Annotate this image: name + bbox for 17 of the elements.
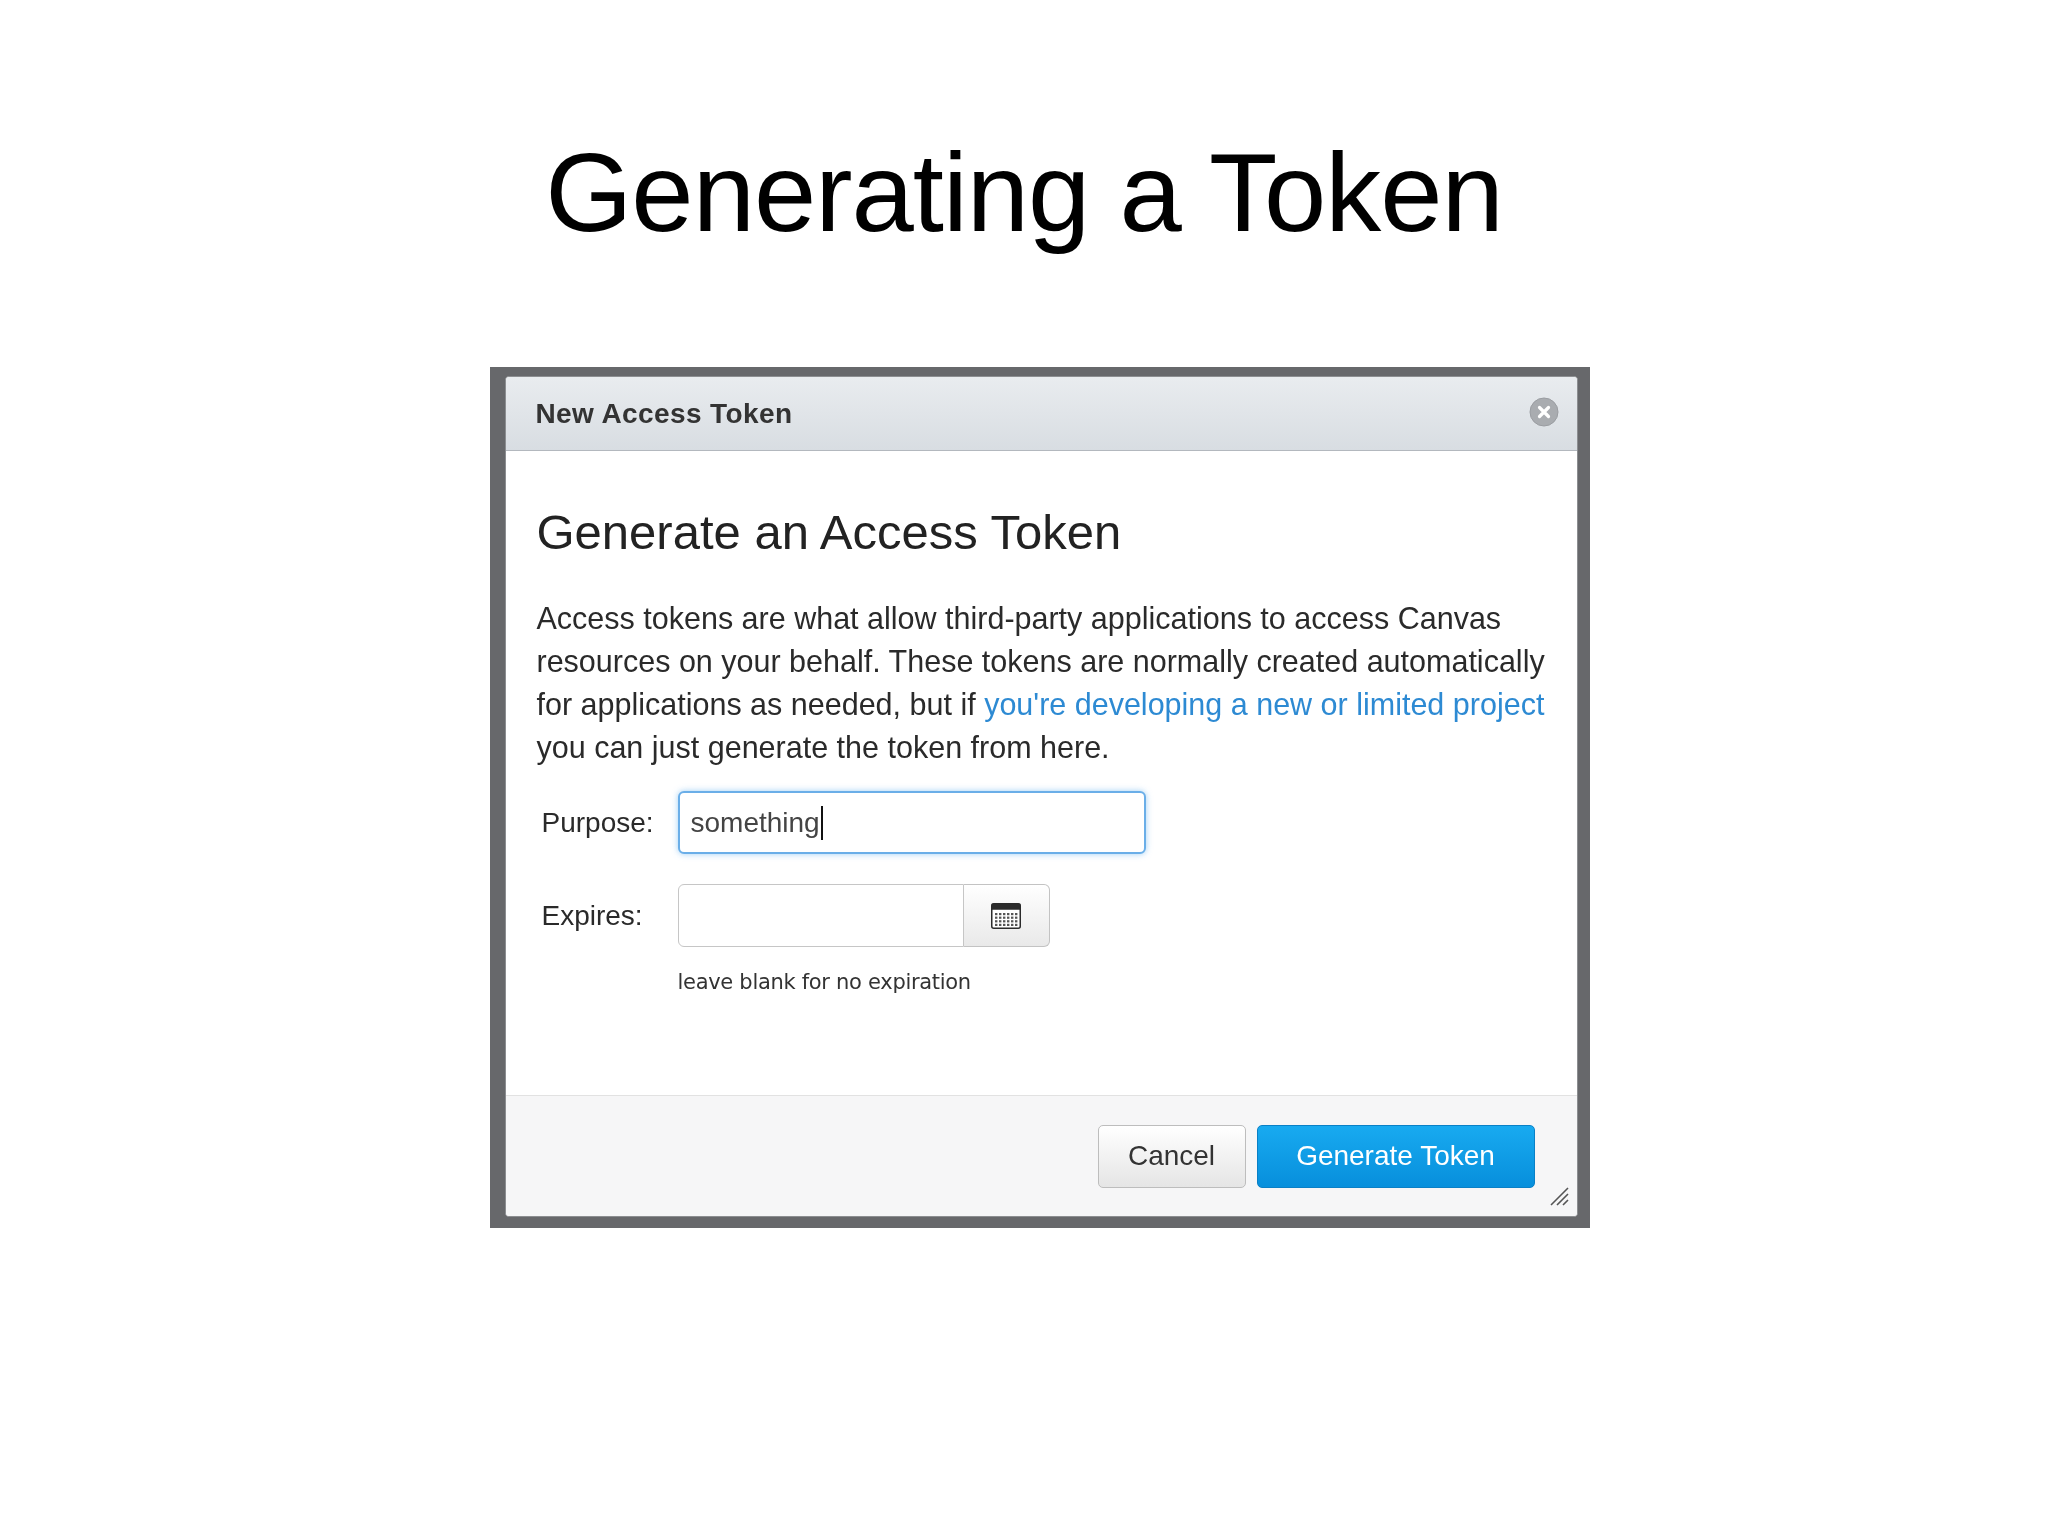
dialog-heading: Generate an Access Token [536,504,1123,562]
slide-title: Generating a Token [545,129,1503,257]
cancel-button[interactable]: Cancel [1097,1124,1246,1188]
field-label: Expires: [541,899,644,934]
resize-grip-icon [1548,1186,1569,1207]
purpose-input[interactable]: something [677,791,1146,855]
dialog-title: New Access Token [535,397,793,430]
text-cursor-icon [820,805,823,840]
field-hint: leave blank for no expiration [677,970,972,995]
description-text: Access tokens are what allow third-party applications to access Canvas resources on your behalf. These tokens are normally created automatically for applications as needed, but if you're developing a new or limited project you can just generate the token from here. [536,600,1546,767]
calendar-icon [991,902,1021,929]
calendar-button[interactable] [963,884,1050,948]
date-input[interactable] [677,884,964,948]
developer-link[interactable]: you're developing a new or limited project [984,687,1545,722]
field-label: Purpose: [541,806,655,841]
close-button[interactable] [1528,396,1559,427]
close-icon [1528,396,1559,427]
